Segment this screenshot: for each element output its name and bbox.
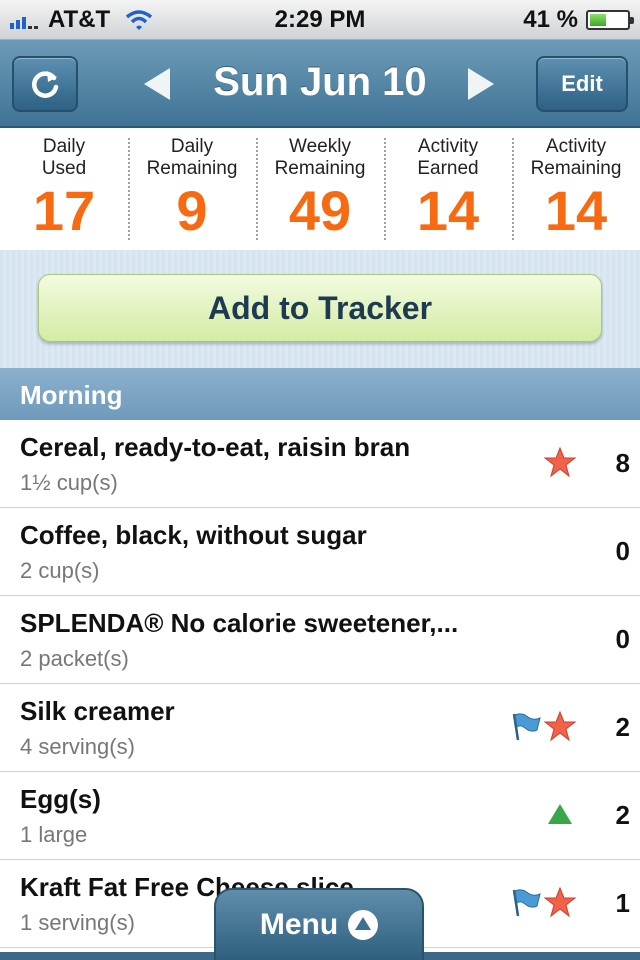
food-icons — [544, 446, 576, 478]
food-row[interactable]: Coffee, black, without sugar 2 cup(s) 0 — [0, 508, 640, 596]
stat-label: Daily Used — [41, 136, 87, 179]
food-points: 2 — [615, 712, 630, 742]
food-row[interactable]: SPLENDA® No calorie sweetener,... 2 pack… — [0, 596, 640, 684]
stat-value: 17 — [32, 179, 96, 242]
food-points: 0 — [615, 536, 630, 566]
food-points: 8 — [615, 448, 630, 478]
food-row[interactable]: Cereal, ready-to-eat, raisin bran 1½ cup… — [0, 420, 640, 508]
stat-value: 14 — [544, 179, 608, 242]
section-header-morning: Morning — [0, 368, 640, 420]
food-quantity: 4 serving(s) — [20, 734, 135, 759]
food-quantity: 1 large — [20, 822, 88, 847]
food-quantity: 1 serving(s) — [20, 910, 135, 935]
food-points: 1 — [615, 888, 630, 918]
food-icons — [510, 710, 576, 742]
food-icons — [544, 798, 576, 830]
battery-icon — [586, 10, 634, 30]
menu-button[interactable]: Menu — [214, 888, 424, 960]
food-quantity: 1½ cup(s) — [20, 470, 118, 495]
food-row[interactable]: Silk creamer 4 serving(s) 2 — [0, 684, 640, 772]
food-name: Coffee, black, without sugar — [20, 520, 367, 550]
edit-button[interactable]: Edit — [536, 56, 628, 112]
stat-value: 14 — [416, 179, 480, 242]
food-quantity: 2 cup(s) — [20, 558, 100, 583]
stat-value: 49 — [288, 179, 352, 242]
food-points: 0 — [615, 624, 630, 654]
next-day-arrow-icon[interactable] — [468, 68, 494, 100]
points-summary: Daily Used 17 Daily Remaining 9 Weekly Rema… — [0, 130, 640, 250]
menu-label: Menu — [259, 908, 339, 941]
stat-label: Activity Earned — [417, 136, 479, 179]
stat-label: Activity Remaining — [530, 136, 622, 179]
food-name: Cereal, ready-to-eat, raisin bran — [20, 432, 411, 462]
flag-icon — [512, 713, 541, 741]
menu-up-icon — [348, 910, 379, 940]
stat-daily-used: Daily Used 17 — [0, 130, 128, 250]
stat-value: 9 — [176, 179, 208, 242]
food-list: Cereal, ready-to-eat, raisin bran 1½ cup… — [0, 420, 640, 948]
food-name: SPLENDA® No calorie sweetener,... — [20, 608, 459, 638]
stat-activity-earned: Activity Earned 14 — [384, 130, 512, 250]
triangle-icon — [548, 804, 572, 824]
food-quantity: 2 packet(s) — [20, 646, 129, 671]
add-area: Add to Tracker — [0, 250, 640, 368]
stat-label: Weekly Remaining — [274, 136, 366, 179]
food-row[interactable]: Egg(s) 1 large 2 — [0, 772, 640, 860]
battery-percent: 41 % — [523, 6, 578, 33]
stat-weekly-remaining: Weekly Remaining 49 — [256, 130, 384, 250]
status-right: 41 % — [523, 6, 634, 34]
food-icons — [510, 886, 576, 918]
star-icon — [544, 710, 576, 742]
status-bar: AT&T 2:29 PM 41 % — [0, 0, 640, 40]
stat-activity-remaining: Activity Remaining 14 — [512, 130, 640, 250]
food-points: 2 — [615, 800, 630, 830]
food-name: Egg(s) — [20, 784, 101, 814]
food-name: Silk creamer — [20, 696, 175, 726]
stat-label: Daily Remaining — [146, 136, 238, 179]
star-icon — [544, 446, 576, 478]
nav-bar: Sun Jun 10 Edit — [0, 40, 640, 128]
flag-icon — [512, 889, 541, 917]
star-icon — [544, 886, 576, 918]
add-to-tracker-button[interactable]: Add to Tracker — [38, 274, 602, 342]
stat-daily-remaining: Daily Remaining 9 — [128, 130, 256, 250]
